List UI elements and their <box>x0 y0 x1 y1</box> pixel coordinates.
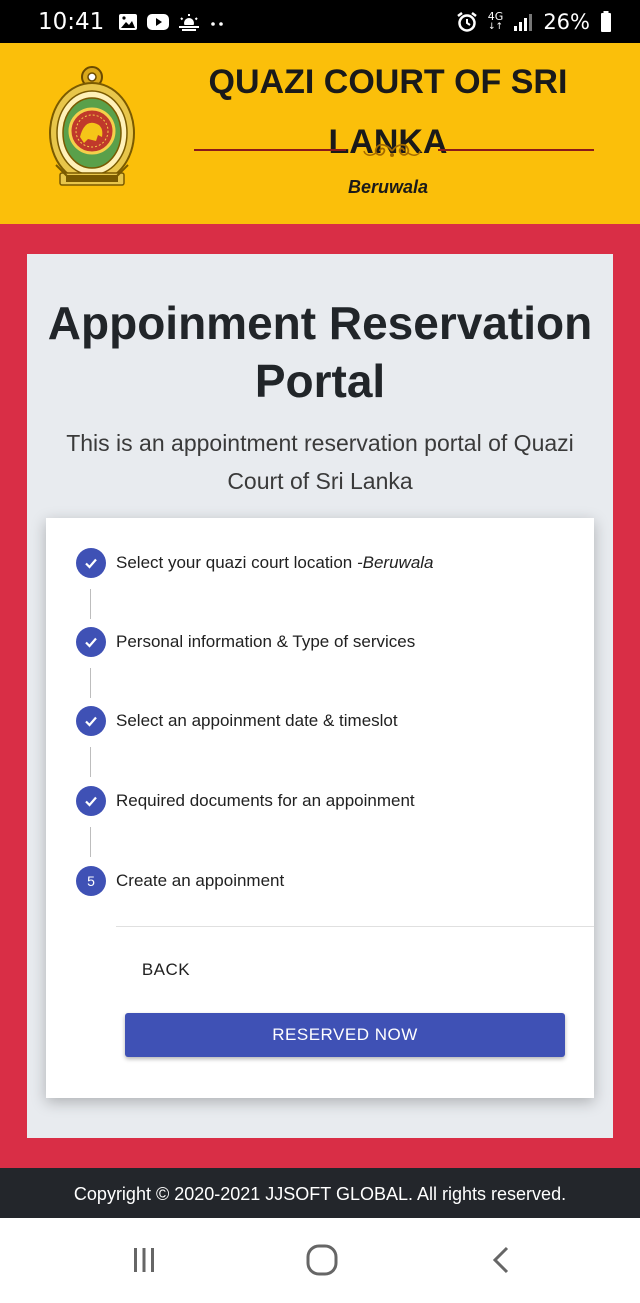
back-nav-button[interactable] <box>472 1240 532 1280</box>
step-connector <box>90 747 91 777</box>
portal-description: This is an appointment reservation porta… <box>66 430 574 494</box>
network-4g-icon: 4G ↓↑ <box>487 9 504 32</box>
app-header: QUAZI COURT OF SRI LANKA Beruwala <box>0 43 640 224</box>
step-label: Select an appoinment date & timeslot <box>116 711 398 730</box>
battery-percent: 26% <box>543 9 590 34</box>
alarm-icon <box>457 11 477 32</box>
step-create-appointment[interactable]: 5 Create an appoinment <box>76 866 284 896</box>
step-number: 5 <box>76 866 106 896</box>
sri-lanka-emblem-icon <box>49 66 135 186</box>
recent-apps-button[interactable] <box>114 1240 174 1280</box>
step-personal-info[interactable]: Personal information & Type of services <box>76 627 415 657</box>
ornament-icon <box>363 143 421 157</box>
reserve-now-button[interactable]: RESERVED NOW <box>125 1013 565 1057</box>
weather-icon <box>179 13 200 31</box>
gallery-icon <box>119 13 138 30</box>
check-icon <box>76 786 106 816</box>
recent-apps-icon <box>134 1248 154 1272</box>
stepper-divider <box>116 926 594 927</box>
check-icon <box>76 548 106 578</box>
step-location[interactable]: Select your quazi court location -Beruwa… <box>76 548 434 578</box>
status-time: 10:41 <box>38 8 105 35</box>
step-connector <box>90 827 91 857</box>
reservation-stepper: Select your quazi court location -Beruwa… <box>46 518 594 1098</box>
step-location-detail: -Beruwala <box>356 553 434 572</box>
youtube-icon <box>147 13 170 30</box>
check-icon <box>76 627 106 657</box>
back-button[interactable]: BACK <box>126 952 206 988</box>
court-location: Beruwala <box>347 177 429 197</box>
step-connector <box>90 589 91 619</box>
footer-copyright: Copyright © 2020-2021 JJSOFT GLOBAL. All… <box>0 1168 640 1218</box>
more-dots-icon <box>211 21 224 26</box>
step-label: Create an appoinment <box>116 871 285 890</box>
portal-title: Appoinment Reservation Portal <box>47 297 593 407</box>
status-bar: 10:41 4G ↓↑ 26% <box>0 0 640 43</box>
signal-icon <box>514 13 533 31</box>
android-nav-bar <box>0 1218 640 1303</box>
home-button[interactable] <box>292 1240 352 1280</box>
home-icon <box>306 1244 338 1276</box>
check-icon <box>76 706 106 736</box>
step-label: Required documents for an appoinment <box>116 791 415 810</box>
step-required-documents[interactable]: Required documents for an appoinment <box>76 786 415 816</box>
step-label: Select your quazi court location -Beruwa… <box>116 553 434 572</box>
back-arrow-icon <box>492 1246 509 1274</box>
step-date-timeslot[interactable]: Select an appoinment date & timeslot <box>76 706 398 736</box>
step-label: Personal information & Type of services <box>116 632 416 651</box>
battery-icon <box>601 10 611 32</box>
header-divider <box>194 139 594 163</box>
step-connector <box>90 668 91 698</box>
